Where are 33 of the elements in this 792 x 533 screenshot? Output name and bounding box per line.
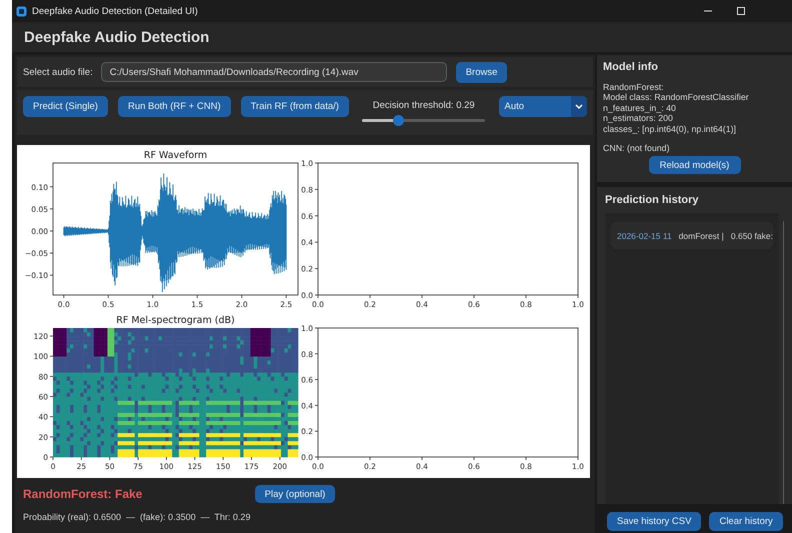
slider-thumb[interactable] bbox=[392, 115, 404, 126]
maximize-icon[interactable] bbox=[737, 7, 745, 15]
history-button[interactable]: Clear history bbox=[709, 512, 783, 531]
scrollbar[interactable] bbox=[782, 221, 784, 504]
model-info-line: n_features_in_: 40 bbox=[603, 102, 677, 114]
action-button[interactable]: Train RF (from data/) bbox=[240, 96, 349, 117]
section-title: Prediction history bbox=[605, 194, 700, 206]
probability-text: Probability (real): 0.6500 — (fake): 0.3500 — Thr: 0.29 bbox=[23, 512, 252, 522]
chevron-icon bbox=[575, 104, 583, 109]
play-button[interactable]: Play (optional) bbox=[255, 485, 335, 503]
app-title: Deepfake Audio Detection bbox=[24, 28, 210, 46]
minimize-icon[interactable] bbox=[704, 10, 712, 12]
app-icon bbox=[16, 6, 27, 16]
model-info-line: Model class: RandomForestClassifier bbox=[603, 92, 750, 103]
history-item[interactable]: 2026-02-15 11 domForest | 0.650 fake: bbox=[611, 222, 773, 249]
file-path-field[interactable]: C:/Users/Shafi Mohammad/Downloads/Recording (14).wav bbox=[100, 62, 447, 82]
window-title: Deepfake Audio Detection (Detailed UI) bbox=[32, 6, 199, 16]
model-info-line: classes_: [np.int64(0), np.int64(1)] bbox=[603, 124, 738, 134]
action-button[interactable]: Run Both (RF + CNN) bbox=[118, 96, 231, 117]
model-info-line: CNN: (not found) bbox=[603, 143, 670, 154]
threshold-label: Decision threshold: 0.29 bbox=[372, 100, 475, 111]
mode-dropdown[interactable]: Auto bbox=[498, 96, 587, 117]
plot-title: RF Waveform bbox=[144, 150, 208, 161]
model-info-line: RandomForest: bbox=[603, 82, 665, 92]
action-button[interactable]: Predict (Single) bbox=[23, 96, 108, 117]
browse-button[interactable]: Browse bbox=[456, 62, 508, 82]
plot-title: RF Mel-spectrogram (dB) bbox=[116, 315, 235, 326]
history-button[interactable]: Save history CSV bbox=[607, 512, 702, 531]
model-info-line: n_estimators: 200 bbox=[603, 113, 674, 124]
reload-button[interactable]: Reload model(s) bbox=[648, 156, 740, 174]
file-label: Select audio file: bbox=[23, 66, 93, 78]
section-title: Model info bbox=[603, 61, 659, 73]
prediction-result: RandomForest: Fake bbox=[23, 487, 144, 501]
